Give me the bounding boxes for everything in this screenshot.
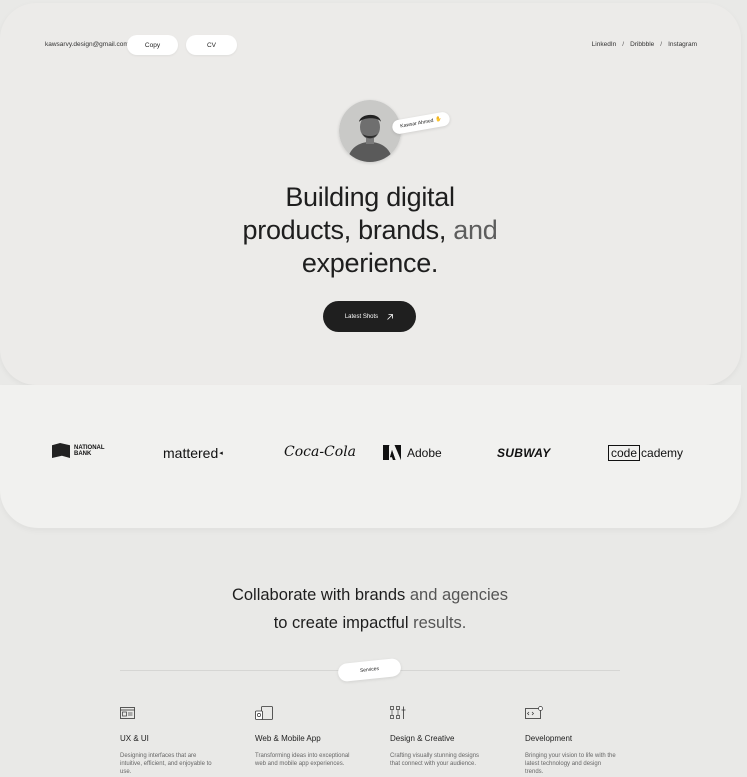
service-description: Bringing your vision to life with the la… bbox=[525, 753, 616, 775]
collab-line-2: to create impactful results. bbox=[180, 609, 560, 637]
name-tag: Kawsar Ahmed ✋ bbox=[391, 111, 451, 135]
mattered-mark-icon: ◂ bbox=[219, 450, 223, 457]
national-bank-line-2: BANK bbox=[74, 450, 92, 457]
headline-line-2: products, brands, and bbox=[190, 214, 550, 247]
collab-line-2-strong: to create impactful bbox=[273, 614, 409, 632]
codecademy-wordmark: cademy bbox=[641, 446, 684, 460]
hero-section: kawsarvy.design@gmail.com Copy CV Linked… bbox=[0, 3, 741, 385]
subway-logo: SUBWAY bbox=[497, 446, 551, 460]
mattered-wordmark: mattered bbox=[163, 445, 219, 461]
collab-line-2-soft: results. bbox=[408, 614, 467, 632]
service-description: Designing interfaces that are intuitive,… bbox=[120, 753, 212, 775]
separator: / bbox=[660, 41, 663, 48]
services-tag: Services bbox=[337, 657, 402, 683]
collab-line-1-soft: and agencies bbox=[405, 586, 509, 604]
browser-window-icon bbox=[120, 707, 135, 719]
service-title: Development bbox=[525, 734, 573, 743]
service-description: Transforming ideas into exceptional web … bbox=[255, 753, 350, 767]
service-title: Design & Creative bbox=[390, 734, 455, 743]
adobe-logo: Adobe bbox=[383, 445, 442, 460]
cocacola-logo: Coca-Cola bbox=[284, 444, 356, 460]
separator: / bbox=[622, 41, 625, 48]
service-title: Web & Mobile App bbox=[255, 734, 321, 743]
adobe-wordmark: Adobe bbox=[407, 445, 442, 460]
linkedin-link[interactable]: LinkedIn bbox=[592, 41, 617, 48]
devices-icon bbox=[255, 706, 273, 720]
profile-photo bbox=[339, 100, 401, 162]
codecademy-logo: code cademy bbox=[608, 445, 683, 461]
service-design-creative[interactable]: Design & Creative Crafting visually stun… bbox=[390, 706, 490, 768]
latest-shots-button[interactable]: Latest Shots bbox=[323, 301, 416, 332]
arrow-up-right-icon bbox=[387, 313, 394, 320]
headline-line-2-soft: and bbox=[446, 215, 498, 245]
mattered-logo: mattered ◂ bbox=[163, 445, 223, 461]
collab-line-1-strong: Collaborate with brands bbox=[231, 586, 406, 604]
national-bank-logo: NATIONAL BANK bbox=[52, 443, 105, 458]
page: kawsarvy.design@gmail.com Copy CV Linked… bbox=[0, 0, 747, 777]
collab-line-1: Collaborate with brands and agencies bbox=[180, 581, 560, 609]
dribbble-link[interactable]: Dribbble bbox=[630, 41, 654, 48]
design-tools-icon bbox=[390, 706, 406, 719]
code-editor-icon bbox=[525, 706, 543, 719]
avatar bbox=[339, 100, 401, 162]
instagram-link[interactable]: Instagram bbox=[668, 41, 697, 48]
name-tag-label: Kawsar Ahmed bbox=[399, 117, 435, 130]
copy-email-button[interactable]: Copy bbox=[127, 35, 178, 55]
hero-headline: Building digital products, brands, and e… bbox=[190, 181, 550, 280]
latest-shots-label: Latest Shots bbox=[344, 313, 379, 320]
service-title: UX & UI bbox=[120, 734, 149, 743]
service-ux-ui[interactable]: UX & UI Designing interfaces that are in… bbox=[120, 706, 220, 776]
cv-button[interactable]: CV bbox=[186, 35, 237, 55]
national-bank-wordmark: NATIONAL BANK bbox=[74, 445, 105, 457]
waving-hand-icon: ✋ bbox=[434, 116, 443, 124]
codecademy-box: code bbox=[608, 445, 641, 461]
service-web-mobile[interactable]: Web & Mobile App Transforming ideas into… bbox=[255, 706, 355, 768]
adobe-mark-icon bbox=[383, 445, 401, 460]
service-description: Crafting visually stunning designs that … bbox=[390, 753, 480, 767]
headline-line-2-strong: products, brands, bbox=[242, 215, 447, 245]
subway-wordmark: SUBWAY bbox=[497, 446, 551, 460]
headline-line-1: Building digital bbox=[285, 182, 455, 212]
service-development[interactable]: Development Bringing your vision to life… bbox=[525, 706, 625, 776]
email-address[interactable]: kawsarvy.design@gmail.com bbox=[45, 41, 129, 48]
cocacola-wordmark: Coca-Cola bbox=[284, 444, 357, 460]
collaborate-heading: Collaborate with brands and agencies to … bbox=[180, 581, 560, 637]
national-bank-mark-icon bbox=[52, 443, 70, 458]
headline-line-3: experience. bbox=[301, 248, 439, 278]
social-links: LinkedIn / Dribbble / Instagram bbox=[592, 41, 697, 48]
